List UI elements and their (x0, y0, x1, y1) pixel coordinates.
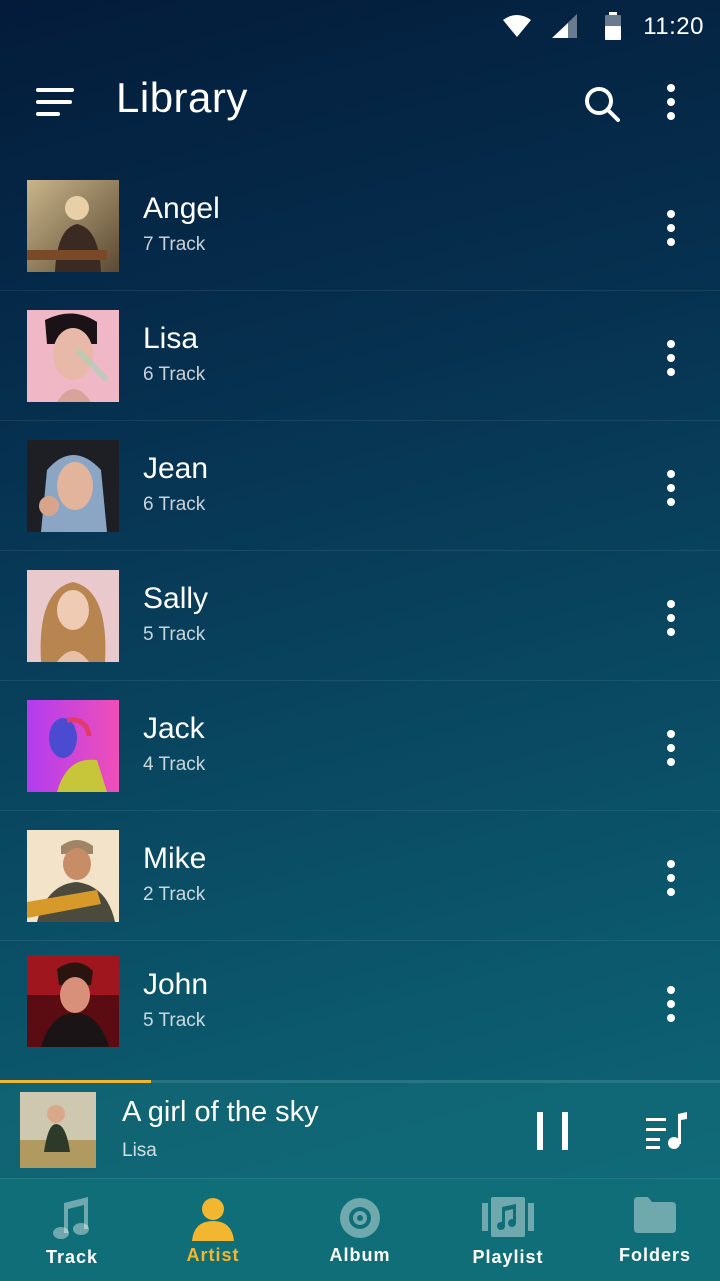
person-icon (192, 1198, 234, 1241)
tab-label: Playlist (472, 1247, 544, 1267)
tab-label: Folders (618, 1245, 691, 1265)
track-count: 7 Track (143, 234, 206, 255)
artist-row-mike[interactable]: Mike 2 Track (0, 810, 720, 941)
artist-row-jack[interactable]: Jack 4 Track (0, 680, 720, 811)
app-bar: Library (0, 54, 720, 150)
tab-label: Album (329, 1245, 391, 1265)
playback-progress[interactable] (0, 1080, 720, 1083)
tab-label: Artist (186, 1245, 240, 1265)
tab-folders[interactable]: Folders (583, 1179, 720, 1281)
menu-icon[interactable] (36, 88, 76, 118)
artist-row-john[interactable]: John 5 Track (0, 940, 720, 1070)
track-count: 4 Track (143, 754, 206, 775)
artist-photo (27, 700, 119, 792)
track-count: 5 Track (143, 1010, 206, 1031)
artist-row-angel[interactable]: Angel 7 Track (0, 160, 720, 291)
now-playing-artist: Lisa (122, 1140, 157, 1161)
artist-name: Jack (143, 712, 205, 745)
track-count: 6 Track (143, 364, 206, 385)
folder-icon (634, 1197, 676, 1233)
pause-button[interactable] (535, 1112, 571, 1150)
artist-photo (27, 180, 119, 272)
more-options-icon[interactable] (666, 84, 676, 126)
artist-photo (27, 830, 119, 922)
row-more-icon[interactable] (666, 600, 676, 642)
artist-name: Jean (143, 452, 209, 485)
artist-name: Mike (143, 842, 207, 875)
artist-row-jean[interactable]: Jean 6 Track (0, 420, 720, 551)
tab-label: Track (45, 1247, 99, 1267)
artist-row-sally[interactable]: Sally 5 Track (0, 550, 720, 681)
artist-name: Sally (143, 582, 209, 615)
wifi-icon (503, 15, 531, 37)
tab-album[interactable]: Album (288, 1179, 432, 1281)
row-more-icon[interactable] (666, 986, 676, 1028)
artist-photo (27, 955, 119, 1047)
bottom-navigation: Track Artist Album Playlist Folders (0, 1178, 720, 1281)
tab-artist[interactable]: Artist (141, 1179, 285, 1281)
status-bar: 11:20 (0, 0, 720, 54)
track-count: 2 Track (143, 884, 206, 905)
queue-icon[interactable] (646, 1112, 688, 1150)
row-more-icon[interactable] (666, 860, 676, 902)
row-more-icon[interactable] (666, 470, 676, 512)
track-count: 6 Track (143, 494, 206, 515)
tab-playlist[interactable]: Playlist (436, 1179, 580, 1281)
disc-icon (340, 1198, 380, 1238)
mini-player[interactable]: A girl of the sky Lisa (0, 1080, 720, 1178)
now-playing-artwork (20, 1092, 96, 1168)
artist-name: Angel (143, 192, 220, 225)
playlist-icon (482, 1197, 534, 1237)
now-playing-title: A girl of the sky (122, 1096, 319, 1128)
clock: 11:20 (643, 13, 704, 40)
track-count: 5 Track (143, 624, 206, 645)
tab-track[interactable]: Track (0, 1179, 144, 1281)
artist-photo (27, 310, 119, 402)
artist-name: John (143, 968, 209, 1001)
signal-icon (552, 14, 577, 38)
page-title: Library (116, 74, 248, 121)
music-note-icon (53, 1197, 89, 1239)
row-more-icon[interactable] (666, 210, 676, 252)
artist-row-lisa[interactable]: Lisa 6 Track (0, 290, 720, 421)
row-more-icon[interactable] (666, 340, 676, 382)
artist-photo (27, 440, 119, 532)
battery-icon (605, 12, 621, 40)
artist-name: Lisa (143, 322, 199, 355)
artist-photo (27, 570, 119, 662)
row-more-icon[interactable] (666, 730, 676, 772)
search-icon[interactable] (582, 84, 622, 124)
